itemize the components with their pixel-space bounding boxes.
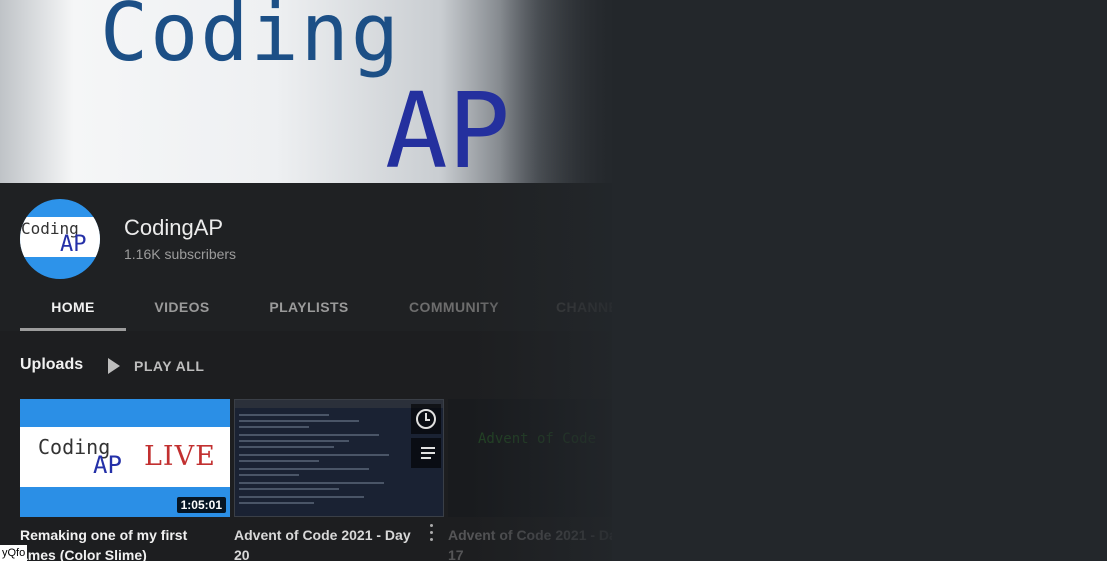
- video-title[interactable]: Remaking one of my first ames (Color Sli…: [20, 525, 230, 561]
- code-line: [239, 488, 339, 490]
- video-thumbnail[interactable]: Advent of Code: [448, 399, 612, 517]
- video-card[interactable]: Advent of Code Advent of Code 2021 - Day…: [448, 399, 612, 561]
- code-line: [239, 440, 349, 442]
- code-line: [239, 502, 314, 504]
- more-options-icon[interactable]: [430, 524, 434, 542]
- tab-community[interactable]: COMMUNITY: [392, 287, 516, 328]
- empty-right-panel: [612, 0, 1107, 561]
- channel-banner: Coding AP: [0, 0, 612, 183]
- code-line: [239, 460, 319, 462]
- subscriber-count: 1.16K subscribers: [124, 246, 237, 262]
- video-title[interactable]: Advent of Code 2021 - Day 20: [234, 525, 444, 561]
- channel-tabs: HOME VIDEOS PLAYLISTS COMMUNITY CHANNELS: [20, 287, 612, 331]
- queue-icon: [417, 446, 435, 460]
- add-to-queue-button[interactable]: [411, 438, 441, 468]
- uploads-title[interactable]: Uploads: [20, 356, 83, 374]
- video-title-line1: Advent of Code 2021 - Day: [448, 527, 612, 543]
- code-line: [239, 468, 369, 470]
- thumbnail-text: Advent of Code: [478, 431, 597, 447]
- video-title-line1: Remaking one of my first: [20, 527, 188, 543]
- code-line: [239, 454, 389, 456]
- banner-text-coding: Coding: [100, 0, 401, 79]
- code-line: [239, 482, 384, 484]
- code-line: [239, 426, 309, 428]
- channel-name: CodingAP: [124, 215, 224, 240]
- thumbnail-text-ap: AP: [93, 451, 122, 479]
- code-line: [239, 434, 379, 436]
- video-card[interactable]: Advent of Code 2021 - Day 20: [234, 399, 444, 561]
- clock-icon: [416, 409, 436, 429]
- status-tooltip: yQfo: [0, 545, 28, 561]
- uploads-section: Uploads PLAY ALL Coding AP LIVE 1:05:01 …: [0, 331, 612, 561]
- video-thumbnail[interactable]: Coding AP LIVE 1:05:01: [20, 399, 230, 517]
- play-icon: [108, 358, 120, 374]
- video-title[interactable]: Advent of Code 2021 - Day 17: [448, 525, 612, 561]
- code-line: [239, 420, 359, 422]
- tab-home[interactable]: HOME: [20, 287, 126, 331]
- channel-header: Coding AP CodingAP 1.16K subscribers HOM…: [0, 183, 612, 331]
- tab-videos[interactable]: VIDEOS: [126, 287, 238, 328]
- code-line: [239, 446, 334, 448]
- code-line: [239, 414, 329, 416]
- code-line: [239, 474, 299, 476]
- thumbnail-text-live: LIVE: [144, 441, 216, 472]
- tab-channels[interactable]: CHANNELS: [556, 287, 612, 328]
- page: Coding AP Coding AP CodingAP 1.16K subsc…: [0, 0, 1107, 561]
- tab-playlists[interactable]: PLAYLISTS: [246, 287, 372, 328]
- video-card[interactable]: Coding AP LIVE 1:05:01 Remaking one of m…: [20, 399, 230, 561]
- video-title-line2: 20: [234, 547, 250, 561]
- avatar-text-ap: AP: [60, 232, 87, 257]
- video-title-line1: Advent of Code 2021 - Day: [234, 527, 411, 543]
- code-line: [239, 496, 364, 498]
- watch-later-button[interactable]: [411, 404, 441, 434]
- video-title-line2: ames (Color Slime): [20, 547, 147, 561]
- video-duration-badge: 1:05:01: [176, 497, 226, 513]
- channel-page: Coding AP Coding AP CodingAP 1.16K subsc…: [0, 0, 612, 561]
- video-title-line2: 17: [448, 547, 464, 561]
- play-all-label: PLAY ALL: [134, 358, 205, 374]
- channel-avatar[interactable]: Coding AP: [20, 199, 100, 279]
- video-thumbnail[interactable]: [234, 399, 444, 517]
- banner-text-ap: AP: [385, 70, 511, 183]
